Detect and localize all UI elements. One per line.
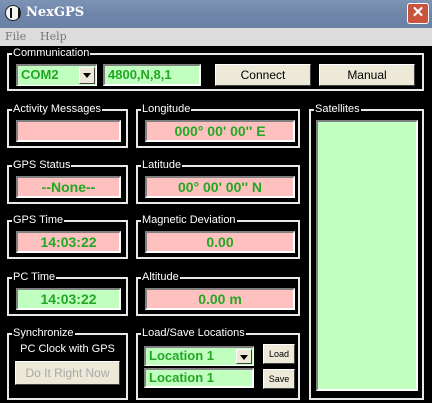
- synchronize-legend: Synchronize: [12, 326, 75, 340]
- activity-messages-group: Activity Messages: [7, 102, 128, 148]
- menu-file[interactable]: File: [5, 30, 26, 43]
- activity-messages-field: [16, 120, 121, 142]
- pc-time-value: 14:03:22: [16, 288, 121, 310]
- locations-legend: Load/Save Locations: [141, 326, 246, 340]
- chevron-down-icon[interactable]: [236, 349, 252, 364]
- gps-time-value: 14:03:22: [16, 231, 121, 253]
- altitude-legend: Altitude: [141, 270, 180, 284]
- manual-button[interactable]: Manual: [319, 64, 415, 86]
- longitude-group: Longitude 000° 00' 00'' E: [136, 102, 300, 148]
- menu-bar: File Help: [0, 28, 432, 46]
- latitude-legend: Latitude: [141, 158, 183, 172]
- satellites-group: Satellites: [309, 102, 424, 400]
- gps-time-legend: GPS Time: [12, 213, 65, 227]
- app-window: NexGPS ✕ File Help Communication COM2 48…: [0, 0, 432, 403]
- locations-group: Load/Save Locations Location 1 Location …: [136, 326, 300, 400]
- communication-group: Communication COM2 4800,N,8,1 Connect Ma…: [7, 46, 424, 91]
- location-select[interactable]: Location 1: [144, 346, 254, 366]
- latitude-group: Latitude 00° 00' 00'' N: [136, 158, 300, 204]
- magnetic-deviation-value: 0.00: [145, 231, 295, 253]
- location-name-input[interactable]: Location 1: [144, 368, 254, 388]
- port-select-value: COM2: [21, 67, 59, 82]
- synchronize-group: Synchronize PC Clock with GPS Do It Righ…: [7, 326, 128, 400]
- activity-messages-legend: Activity Messages: [12, 102, 103, 116]
- gps-status-legend: GPS Status: [12, 158, 72, 172]
- menu-help[interactable]: Help: [40, 30, 67, 43]
- pc-time-legend: PC Time: [12, 270, 57, 284]
- window-title: NexGPS: [26, 5, 85, 20]
- chevron-down-icon[interactable]: [79, 67, 95, 84]
- longitude-value: 000° 00' 00'' E: [145, 120, 295, 142]
- gps-time-group: GPS Time 14:03:22: [7, 213, 128, 259]
- synchronize-description: PC Clock with GPS: [20, 343, 115, 355]
- pc-time-group: PC Time 14:03:22: [7, 270, 128, 316]
- main-content: Communication COM2 4800,N,8,1 Connect Ma…: [0, 46, 432, 403]
- magnetic-deviation-legend: Magnetic Deviation: [141, 213, 237, 227]
- communication-legend: Communication: [12, 46, 91, 60]
- satellites-legend: Satellites: [314, 102, 361, 116]
- close-button[interactable]: ✕: [407, 3, 429, 24]
- port-settings-field[interactable]: 4800,N,8,1: [103, 64, 201, 86]
- connect-button[interactable]: Connect: [215, 64, 311, 86]
- location-select-value: Location 1: [149, 348, 215, 363]
- app-icon: [5, 5, 21, 21]
- longitude-legend: Longitude: [141, 102, 192, 116]
- altitude-value: 0.00 m: [145, 288, 295, 310]
- altitude-group: Altitude 0.00 m: [136, 270, 300, 316]
- sync-now-button[interactable]: Do It Right Now: [15, 361, 120, 385]
- port-select[interactable]: COM2: [16, 64, 97, 86]
- satellites-display: [316, 120, 418, 391]
- latitude-value: 00° 00' 00'' N: [145, 176, 295, 198]
- magnetic-deviation-group: Magnetic Deviation 0.00: [136, 213, 300, 259]
- gps-status-group: GPS Status --None--: [7, 158, 128, 204]
- gps-status-value: --None--: [16, 176, 121, 198]
- save-location-button[interactable]: Save: [263, 369, 295, 389]
- title-bar[interactable]: NexGPS ✕: [0, 0, 432, 28]
- load-location-button[interactable]: Load: [263, 344, 295, 364]
